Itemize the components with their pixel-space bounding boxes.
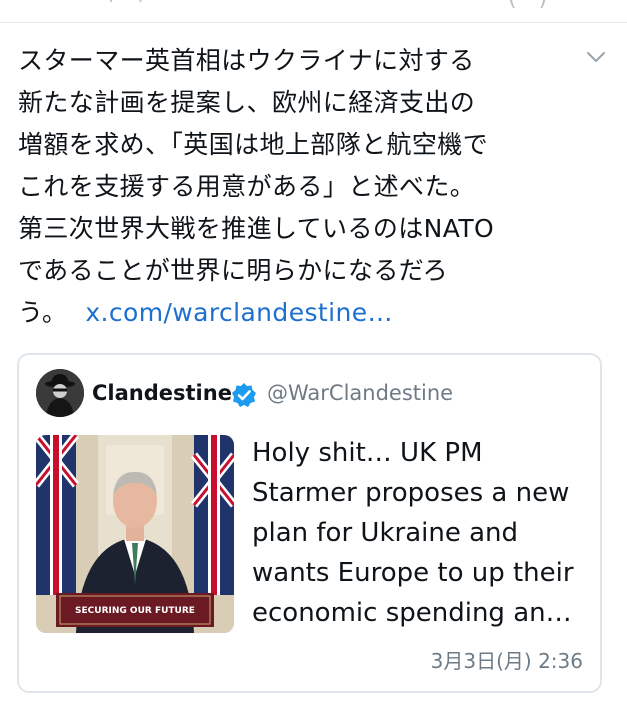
- quoted-author-name[interactable]: Clandestine: [92, 381, 232, 405]
- podium-sign-text: SECURING OUR FUTURE: [75, 606, 195, 616]
- previous-post-counter-fragment-icon: — — (—): [450, 0, 547, 11]
- quoted-text-line: economic spending an…: [252, 598, 572, 628]
- post-text-line: これを支援する用意がある」と述べた。: [18, 172, 476, 201]
- spy-avatar-icon: [36, 369, 84, 417]
- quoted-post-text: Holy shit… UK PM Starmer proposes a new …: [252, 433, 592, 633]
- quoted-text-line: plan for Ukraine and: [252, 518, 519, 548]
- post-body: スターマー英首相はウクライナに対する 新たな計画を提案し、欧州に経済支出の 増額…: [18, 40, 583, 334]
- avatar[interactable]: [36, 369, 84, 417]
- quoted-post-card[interactable]: Clandestine @WarClandestine SECURING OUR…: [17, 353, 602, 693]
- post-text-line: 増額を求め、「英国は地上部隊と航空機で: [18, 130, 489, 159]
- union-flag-right-icon: [190, 435, 234, 595]
- post-text-line: であることが世界に明らかになるだろ: [18, 256, 449, 285]
- quoted-post-timestamp[interactable]: 3月3日(月) 2:36: [431, 645, 583, 674]
- post-text-line: 第三次世界大戦を推進しているのはNATO: [18, 214, 495, 243]
- union-flag-left-icon: [36, 435, 80, 595]
- quoted-post-image[interactable]: SECURING OUR FUTURE: [36, 435, 234, 633]
- quoted-text-line: wants Europe to up their: [252, 558, 574, 588]
- quoted-text-line: Starmer proposes a new: [252, 478, 570, 508]
- post-text-last-line: う。 x.com/warclandestine…: [18, 292, 583, 334]
- verified-badge-icon: [232, 383, 256, 407]
- post-text-line: 新たな計画を提案し、欧州に経済支出の: [18, 88, 476, 117]
- post-text-line: う。: [18, 298, 68, 327]
- post-text-line: スターマー英首相はウクライナに対する: [18, 46, 475, 75]
- previous-post-fragment-icon: ◦ — — ⌐ ⌐ —: [18, 0, 191, 11]
- post-link[interactable]: x.com/warclandestine…: [85, 298, 393, 327]
- previous-post-edge: ◦ — — ⌐ ⌐ — — — (—): [0, 0, 627, 22]
- press-conference-photo: SECURING OUR FUTURE: [36, 435, 234, 633]
- chevron-down-icon[interactable]: [583, 44, 609, 70]
- quoted-text-line: Holy shit… UK PM: [252, 438, 483, 468]
- divider: [0, 22, 627, 23]
- quoted-author-handle[interactable]: @WarClandestine: [267, 381, 453, 405]
